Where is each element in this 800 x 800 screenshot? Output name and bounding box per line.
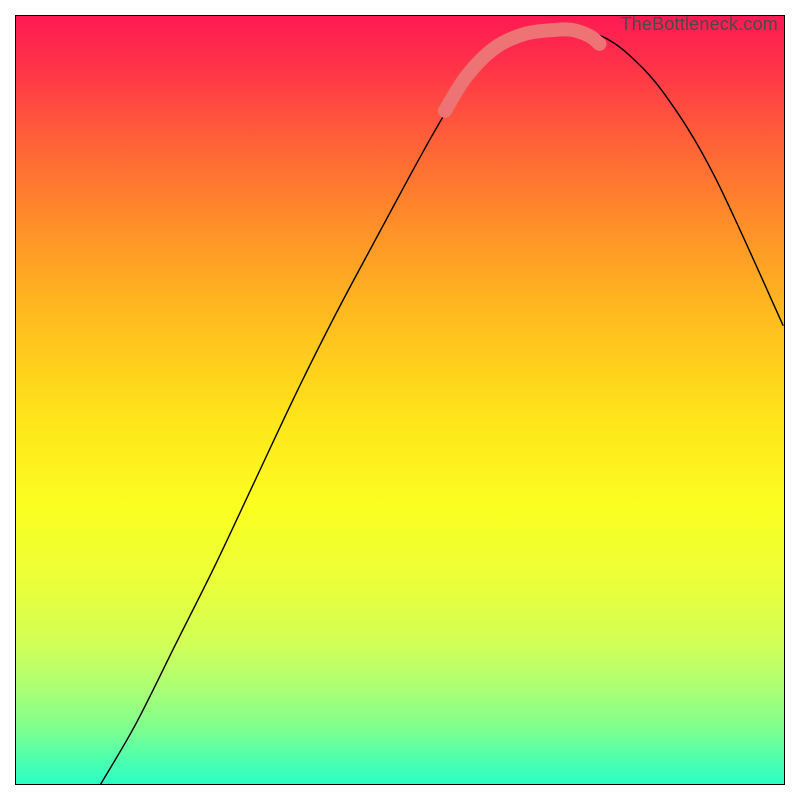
optimal-range-highlight bbox=[445, 29, 600, 110]
bottleneck-chart: TheBottleneck.com bbox=[15, 15, 785, 785]
chart-overlay bbox=[16, 16, 784, 784]
optimal-range-start-dot bbox=[438, 104, 452, 118]
bottleneck-curve bbox=[101, 28, 783, 784]
